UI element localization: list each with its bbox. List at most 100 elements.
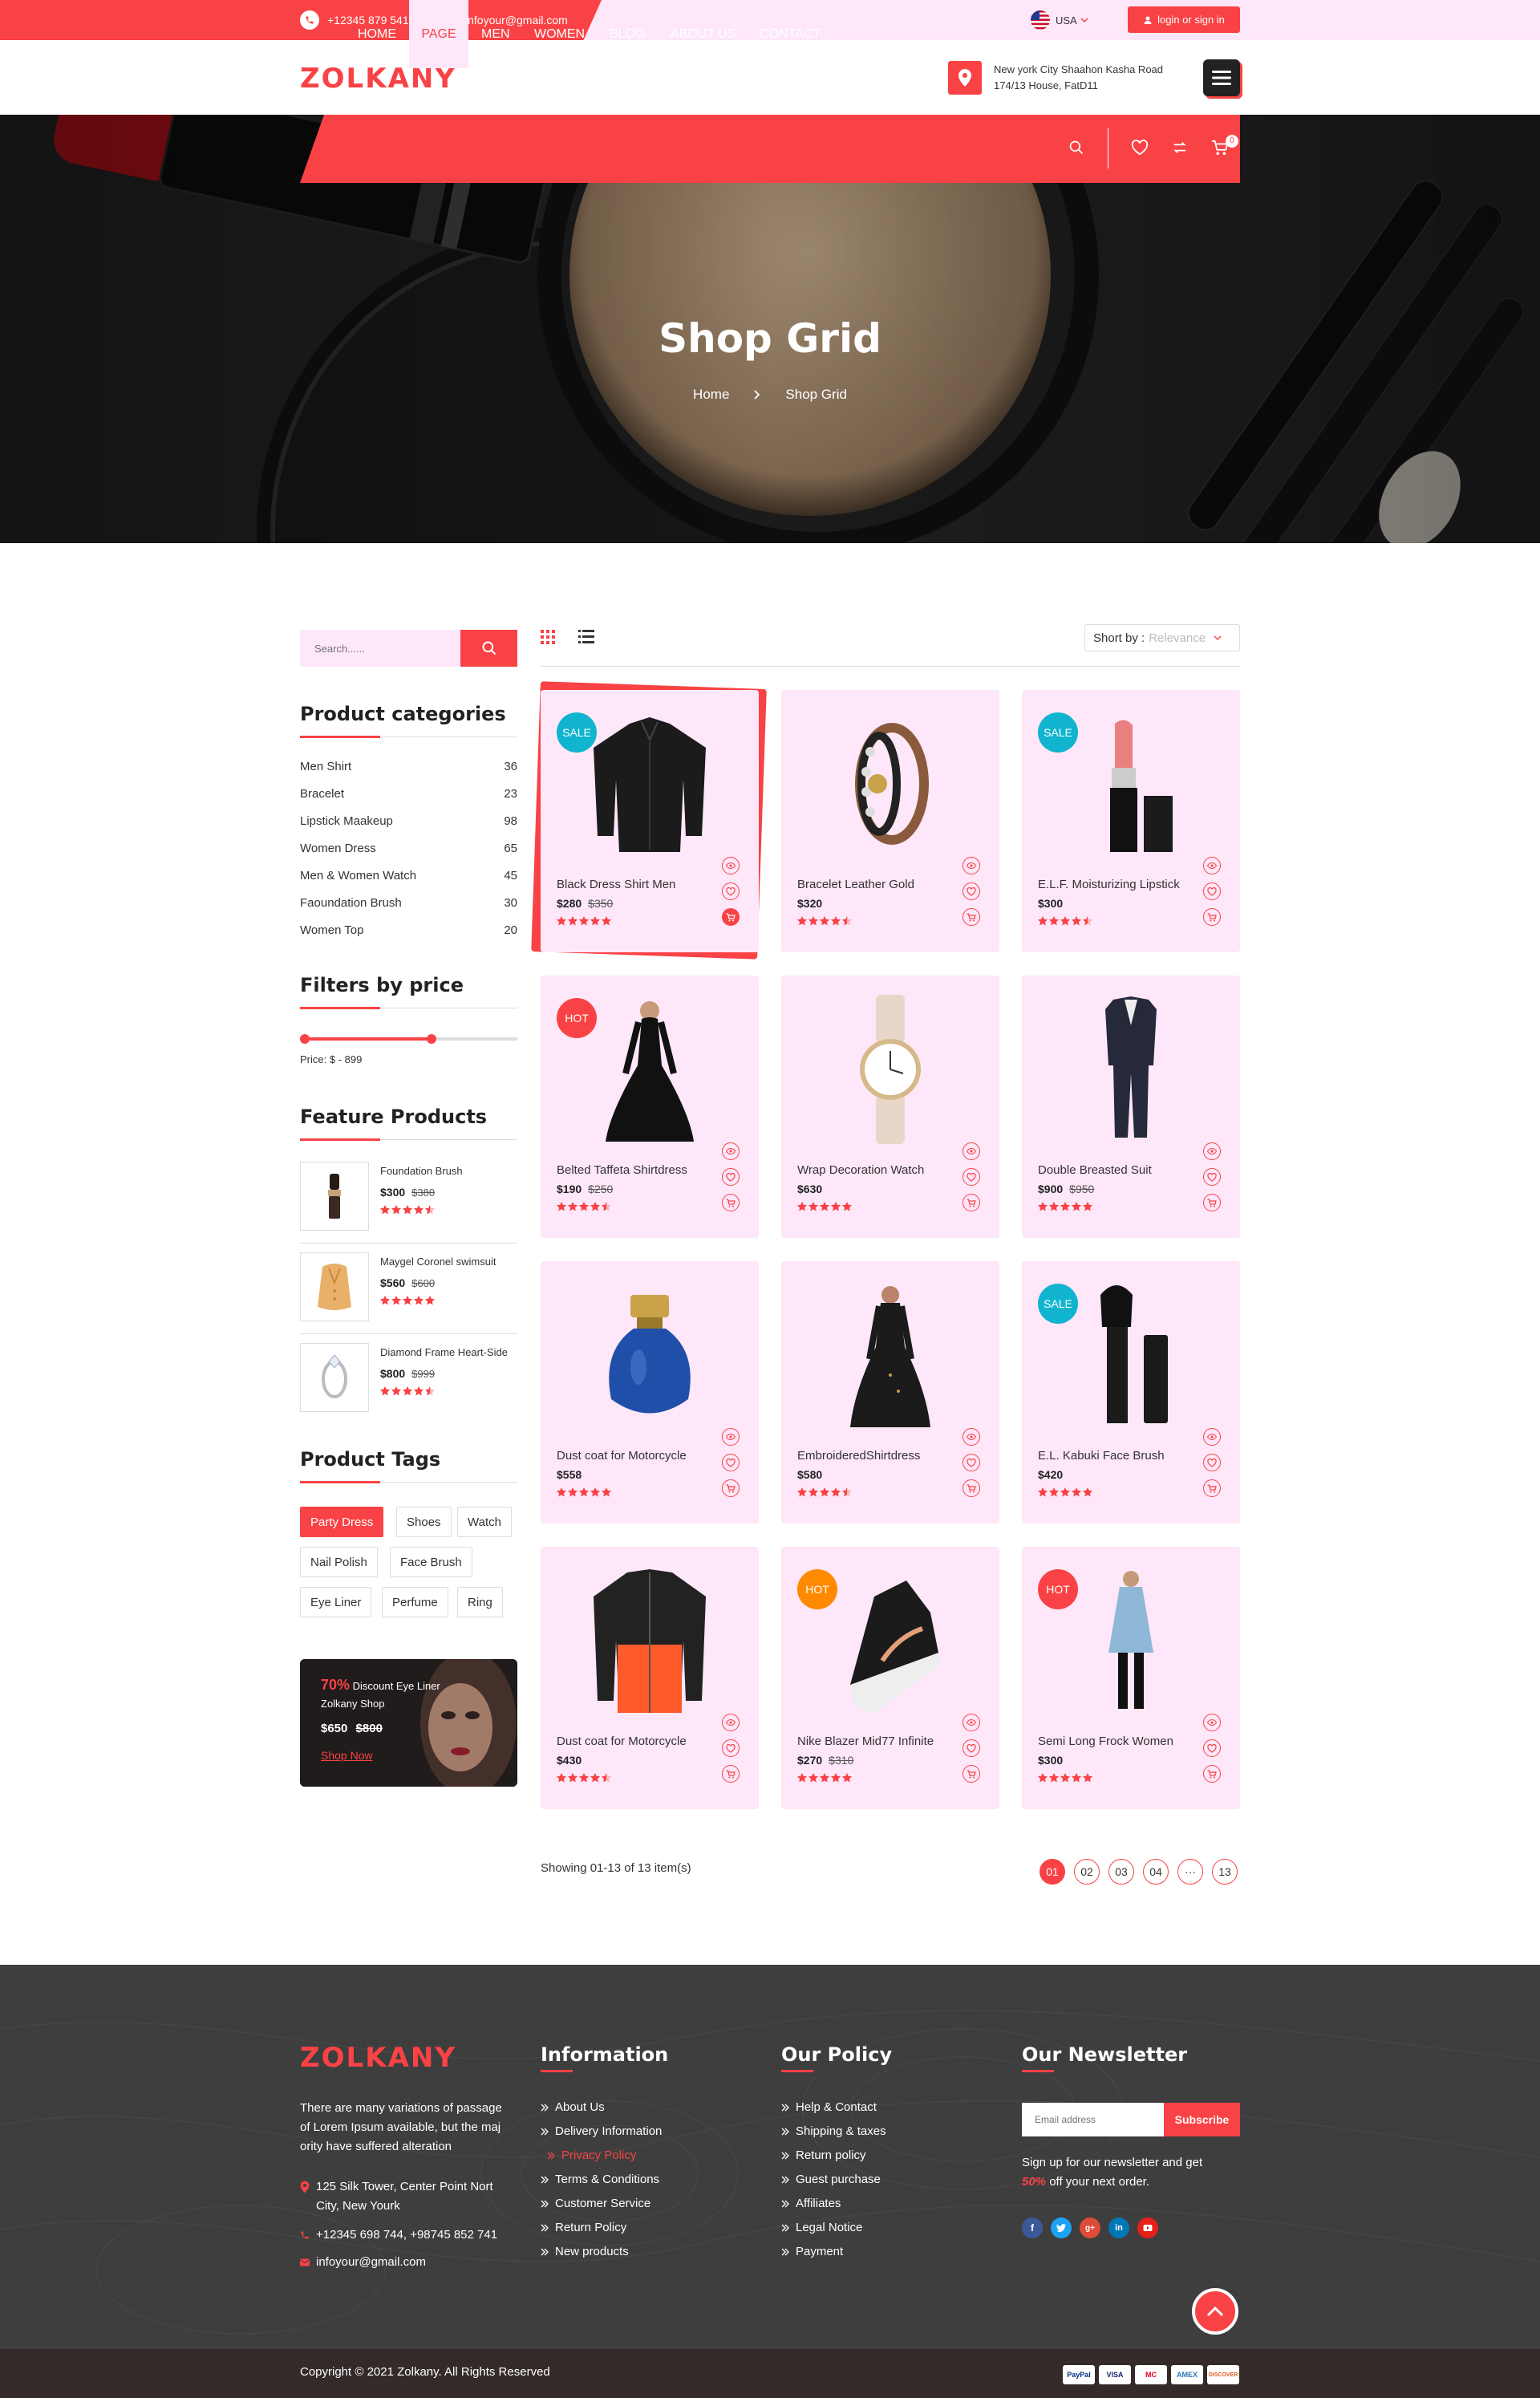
product-name[interactable]: E.L. Kabuki Face Brush bbox=[1038, 1449, 1165, 1463]
featured-product[interactable]: Diamond Frame Heart-Side $800 $999 bbox=[300, 1343, 517, 1423]
nav-home[interactable]: HOME bbox=[358, 0, 396, 68]
quick-view-icon[interactable] bbox=[1203, 857, 1221, 874]
quick-view-icon[interactable] bbox=[962, 1428, 980, 1446]
category-item[interactable]: Men Shirt 36 bbox=[300, 760, 517, 773]
category-item[interactable]: Women Top 20 bbox=[300, 923, 517, 937]
quick-view-icon[interactable] bbox=[962, 857, 980, 874]
category-item[interactable]: Men & Women Watch 45 bbox=[300, 869, 517, 883]
wishlist-icon[interactable] bbox=[722, 1168, 740, 1186]
product-card[interactable]: Double Breasted Suit $900 $950 bbox=[1022, 976, 1240, 1238]
add-to-cart-icon[interactable] bbox=[962, 1194, 980, 1211]
breadcrumb-home[interactable]: Home bbox=[693, 387, 729, 403]
product-name[interactable]: E.L.F. Moisturizing Lipstick bbox=[1038, 878, 1180, 891]
product-image[interactable] bbox=[586, 1279, 714, 1431]
sort-select[interactable]: Short by : Relevance bbox=[1084, 624, 1240, 651]
footer-link[interactable]: Guest purchase bbox=[781, 2173, 881, 2186]
featured-product-name[interactable]: Diamond Frame Heart-Side bbox=[380, 1346, 508, 1358]
footer-link[interactable]: Customer Service bbox=[541, 2197, 650, 2210]
product-tag[interactable]: Watch bbox=[457, 1507, 512, 1537]
product-name[interactable]: Wrap Decoration Watch bbox=[797, 1163, 924, 1177]
product-card[interactable]: SALE E.L.F. Moisturizing Lipstick $300 bbox=[1022, 690, 1240, 952]
twitter-icon[interactable] bbox=[1051, 2217, 1072, 2238]
grid-view-icon[interactable] bbox=[541, 630, 555, 644]
footer-link[interactable]: Payment bbox=[781, 2245, 843, 2258]
footer-email[interactable]: infoyour@gmail.com bbox=[300, 2253, 426, 2272]
footer-link[interactable]: Return policy bbox=[781, 2148, 866, 2162]
linkedin-icon[interactable]: in bbox=[1108, 2217, 1129, 2238]
category-item[interactable]: Women Dress 65 bbox=[300, 842, 517, 855]
product-image[interactable] bbox=[586, 708, 714, 860]
product-image[interactable] bbox=[826, 1564, 954, 1717]
footer-link[interactable]: Legal Notice bbox=[781, 2221, 862, 2234]
product-card[interactable]: SALE E.L. Kabuki Face Brush $420 bbox=[1022, 1261, 1240, 1524]
product-card[interactable]: EmbroideredShirtdress $580 bbox=[781, 1261, 999, 1524]
category-item[interactable]: Lipstick Maakeup 98 bbox=[300, 814, 517, 828]
product-card[interactable]: Wrap Decoration Watch $630 bbox=[781, 976, 999, 1238]
add-to-cart-icon[interactable] bbox=[722, 1765, 740, 1783]
product-tag[interactable]: Shoes bbox=[396, 1507, 452, 1537]
product-tag[interactable]: Nail Polish bbox=[300, 1547, 378, 1577]
product-name[interactable]: Bracelet Leather Gold bbox=[797, 878, 914, 891]
featured-product[interactable]: Maygel Coronel swimsuit $560 $600 bbox=[300, 1252, 517, 1333]
product-name[interactable]: Belted Taffeta Shirtdress bbox=[557, 1163, 687, 1177]
quick-view-icon[interactable] bbox=[1203, 1428, 1221, 1446]
wishlist-icon[interactable] bbox=[962, 1168, 980, 1186]
add-to-cart-icon[interactable] bbox=[962, 908, 980, 926]
wishlist-icon[interactable] bbox=[962, 883, 980, 900]
promo-banner[interactable]: 70% Discount Eye Liner Zolkany Shop $650… bbox=[300, 1659, 517, 1787]
product-image[interactable] bbox=[586, 1564, 714, 1717]
newsletter-email-input[interactable] bbox=[1022, 2103, 1164, 2136]
nav-page[interactable]: PAGE bbox=[409, 0, 468, 68]
add-to-cart-icon[interactable] bbox=[722, 1479, 740, 1497]
nav-blog[interactable]: BLOG bbox=[610, 0, 645, 68]
language-selector[interactable]: USA bbox=[1031, 10, 1088, 30]
heart-icon[interactable] bbox=[1131, 140, 1149, 156]
wishlist-icon[interactable] bbox=[1203, 1454, 1221, 1471]
quick-view-icon[interactable] bbox=[1203, 1714, 1221, 1731]
product-name[interactable]: Nike Blazer Mid77 Infinite bbox=[797, 1735, 934, 1748]
product-name[interactable]: Black Dress Shirt Men bbox=[557, 878, 675, 891]
product-card[interactable]: HOT Belted Taffeta Shirtdress $190 $250 bbox=[541, 976, 759, 1238]
google-plus-icon[interactable]: g+ bbox=[1080, 2217, 1100, 2238]
wishlist-icon[interactable] bbox=[722, 1454, 740, 1471]
add-to-cart-icon[interactable] bbox=[722, 908, 740, 926]
add-to-cart-icon[interactable] bbox=[1203, 1765, 1221, 1783]
wishlist-icon[interactable] bbox=[722, 1739, 740, 1757]
product-image[interactable] bbox=[826, 993, 954, 1146]
add-to-cart-icon[interactable] bbox=[962, 1765, 980, 1783]
featured-product[interactable]: Foundation Brush $300 $380 bbox=[300, 1162, 517, 1242]
footer-link[interactable]: Terms & Conditions bbox=[541, 2173, 659, 2186]
shop-now-link[interactable]: Shop Now bbox=[321, 1749, 373, 1762]
footer-link[interactable]: Affiliates bbox=[781, 2197, 841, 2210]
price-slider-max-handle[interactable] bbox=[427, 1034, 437, 1044]
product-image[interactable] bbox=[1067, 993, 1195, 1146]
product-card[interactable]: Dust coat for Motorcycle $430 bbox=[541, 1547, 759, 1809]
product-tag[interactable]: Face Brush bbox=[390, 1547, 472, 1577]
compare-icon[interactable] bbox=[1171, 140, 1189, 156]
product-name[interactable]: Double Breasted Suit bbox=[1038, 1163, 1152, 1177]
nav-contact[interactable]: CONTACT bbox=[760, 0, 821, 68]
wishlist-icon[interactable] bbox=[1203, 1168, 1221, 1186]
login-button[interactable]: login or sign in bbox=[1128, 6, 1240, 33]
featured-product-image[interactable] bbox=[300, 1162, 369, 1231]
list-view-icon[interactable] bbox=[578, 630, 594, 644]
hamburger-menu-button[interactable] bbox=[1203, 59, 1240, 96]
product-image[interactable] bbox=[826, 708, 954, 860]
nav-men[interactable]: MEN bbox=[481, 0, 510, 68]
product-name[interactable]: Semi Long Frock Women bbox=[1038, 1735, 1173, 1748]
add-to-cart-icon[interactable] bbox=[1203, 1194, 1221, 1211]
product-tag[interactable]: Party Dress bbox=[300, 1507, 384, 1537]
add-to-cart-icon[interactable] bbox=[1203, 1479, 1221, 1497]
product-image[interactable] bbox=[1067, 708, 1195, 860]
quick-view-icon[interactable] bbox=[722, 1714, 740, 1731]
wishlist-icon[interactable] bbox=[962, 1739, 980, 1757]
product-tag[interactable]: Eye Liner bbox=[300, 1587, 372, 1617]
featured-product-image[interactable] bbox=[300, 1343, 369, 1412]
pagination-page[interactable]: ··· bbox=[1177, 1859, 1203, 1885]
search-button[interactable] bbox=[460, 630, 517, 667]
category-item[interactable]: Bracelet 23 bbox=[300, 787, 517, 801]
footer-link[interactable]: Delivery Information bbox=[541, 2124, 662, 2138]
product-tag[interactable]: Ring bbox=[457, 1587, 503, 1617]
quick-view-icon[interactable] bbox=[1203, 1142, 1221, 1160]
product-card[interactable]: Bracelet Leather Gold $320 bbox=[781, 690, 999, 952]
